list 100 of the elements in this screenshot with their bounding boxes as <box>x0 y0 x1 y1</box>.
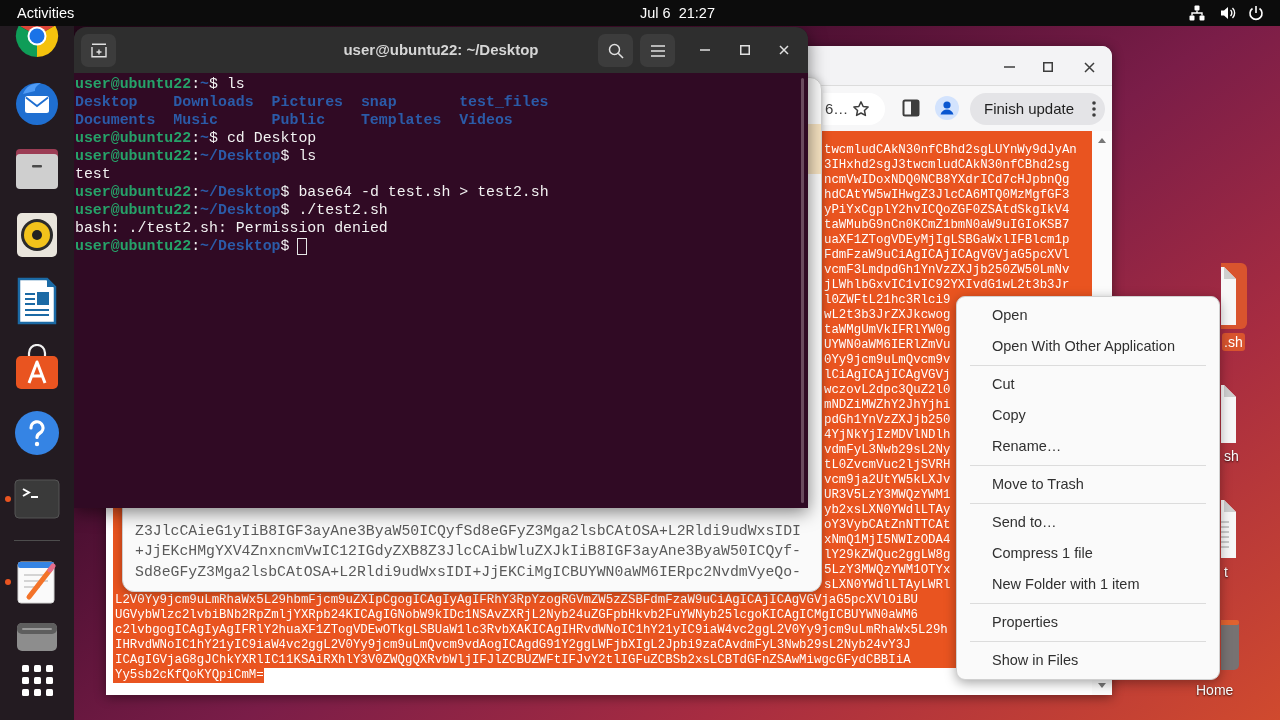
text-fragment: wczovL2dpc3QuZ2l0 <box>824 383 951 398</box>
output-line: bash: ./test2.sh: Permission denied <box>75 220 388 236</box>
text-fragment: xNmQ1MjI5NWIzODA4 <box>824 533 951 548</box>
scrollbar[interactable] <box>801 78 804 503</box>
text-line: c2lvbgogICAgIyAgIFRlY2huaXF1ZTogVDEwOTkgLSBUaW1lc3RvbXAKICAgIHRvdWNoIC1hY21yIC9iaW4vc2ggL2V0Yy9jcm9uLmRhaWx5L29h <box>115 623 948 638</box>
folder-name: Downloads <box>173 94 254 110</box>
minimize-icon <box>700 49 710 51</box>
menu-item[interactable]: Cut <box>957 369 1219 400</box>
text-fragment: mNDZiMWZhY2JhYjhi <box>824 398 951 413</box>
text-fragment: oY3VybCAtZnNTTCAt <box>824 518 951 533</box>
menu-item[interactable]: Open With Other Application <box>957 331 1219 362</box>
folder-name: Videos <box>459 112 513 128</box>
new-tab-button[interactable] <box>81 34 116 67</box>
folder-name: snap <box>360 94 397 110</box>
text-fragment: 4YjNkYjIzMDVlNDlh <box>824 428 951 443</box>
text-fragment: pdGh1YnVzZXJjb250 <box>824 413 951 428</box>
text-fragment: vcmF3LmdpdGh1YnVzZXJjb250ZW50LmNv <box>824 263 1070 278</box>
menu-item[interactable]: Copy <box>957 400 1219 431</box>
folder-name: test_files <box>459 94 549 110</box>
text-editor-icon[interactable] <box>15 559 59 605</box>
text-fragment: twcmludCAkN30nfCBhd2sgLUYnWy9dJyAn <box>824 143 1077 158</box>
vertical-dots-icon <box>1092 101 1096 117</box>
file-icon[interactable] <box>1221 263 1247 329</box>
folder-name: Pictures <box>271 94 344 110</box>
text-fragment: 5LzY3MWQzYWM1OTYx <box>824 563 951 578</box>
menu-icon <box>650 44 665 57</box>
text-fragment: jLWhlbGxvIC1vIC92YXIvdG1wL2t3b3Jr <box>824 278 1070 293</box>
text-line: IHRvdWNoIC1hY21yIC9iaW4vc2ggL2V0Yy9jcm9uLmQvcm9vdAogICAgdG91Y2ggLWFjbXIgL2Jpbi9zaCAvdmFyL3Nwb29sL2Nyb24vY3J <box>115 638 911 653</box>
scroll-down-icon[interactable] <box>1098 683 1106 688</box>
shopping-bag-icon[interactable] <box>14 344 60 390</box>
person-icon <box>935 96 959 120</box>
speaker-icon[interactable] <box>16 212 58 258</box>
menu-item[interactable]: Rename… <box>957 431 1219 462</box>
icon-label[interactable]: t <box>1222 563 1230 581</box>
drive-icon[interactable] <box>16 622 58 652</box>
text-line: UGVybWlzc2lvbiBNb2RpZmljYXRpb24KICAgIGNobW9kIDc1NSAvZXRjL2Nyb24uZGFpbHkvb2FuYWNyb25lcgoKICAgICMgICBUYWN0aWM6 <box>115 608 919 623</box>
volume-icon[interactable] <box>1220 5 1236 21</box>
text-fragment: hdCAtYW5wIHwgZ3JlcCA6MTQ0MzMgfGF3 <box>824 188 1070 203</box>
search-button[interactable] <box>598 34 633 67</box>
menu-item[interactable]: Open <box>957 300 1219 331</box>
text-fragment: FdmFzaW9uCiAgICAjICAgVGVjaG5pcXVl <box>824 248 1070 263</box>
code-line: Sd8eGFyZ3Mga2lsbCAtOSA+L2Rldi9udWxsIDI+JjEKCiMgICBUYWN0aWM6IERpc2NvdmVyeQo- <box>135 562 801 582</box>
power-icon[interactable] <box>1248 5 1264 21</box>
text-fragment: ncmVwIDoxNDQ0NCB8YXdrICd7cHJpbnQg <box>824 173 1070 188</box>
text-line: L2V0Yy9jcm9uLmRhaWx5L29hbmFjcm9uZXIpCgogICAgIyAgIFRhY3RpYzogRGVmZW5zZSBFdmFzaW9uCiAgICAjICAgVGVjaG5pcXVlOiBU <box>115 593 919 608</box>
text-fragment: lY29kZWQuc2ggLW8g <box>824 548 951 563</box>
text-fragment: yb2xsLXN0YWdlLTAy <box>824 503 951 518</box>
update-button[interactable]: Finish update <box>970 93 1105 125</box>
menu-item[interactable]: New Folder with 1 item <box>957 569 1219 600</box>
profile-button[interactable] <box>933 94 961 122</box>
help-icon[interactable] <box>14 410 60 456</box>
menu-button[interactable] <box>640 34 675 67</box>
envelope-icon[interactable] <box>14 80 60 126</box>
folder-name: Documents <box>75 112 156 128</box>
text-line: ICAgIGVjaG8gJChkYXRlIC11KSAiRXhlY3V0ZWQgQXRvbWljIFJlZCBUZWFtIFJvY2tlIGFuZCBSb2xsLCBTdGFnZSAwMiwgcGFydCBBIiA <box>115 653 911 668</box>
prompt-line: user@ubuntu22:~/Desktop$ ./test2.sh <box>75 201 388 219</box>
window-title: user@ubuntu22: ~/Desktop <box>343 40 539 60</box>
output-line: test <box>75 166 111 182</box>
folder-name: Music <box>173 112 218 128</box>
terminal-icon[interactable] <box>14 479 60 519</box>
new-tab-icon <box>90 43 107 58</box>
text-fragment: taWMgUmVkIFRlYW0g <box>824 323 951 338</box>
menu-item[interactable]: Move to Trash <box>957 469 1219 500</box>
close-icon <box>779 45 789 55</box>
network-icon[interactable] <box>1189 5 1205 21</box>
text-fragment: lCiAgICAjICAgVGVj <box>824 368 951 383</box>
maximize-icon <box>1043 62 1053 72</box>
prompt-line: user@ubuntu22:~$ cd Desktop <box>75 129 317 147</box>
menu-item[interactable]: Show in Files <box>957 645 1219 676</box>
text-fragment: l0ZWFtL21hc3Rlci9 <box>824 293 951 308</box>
scroll-up-icon[interactable] <box>1098 138 1106 143</box>
text-fragment: sLXN0YWdlLTAyLWRl <box>824 578 951 593</box>
clock-button[interactable]: Jul 6 21:27 <box>640 3 715 23</box>
address-bar[interactable]: 6… <box>823 93 885 125</box>
icon-label[interactable]: sh <box>1222 447 1241 465</box>
close-icon <box>1083 61 1095 73</box>
menu-item[interactable]: Send to… <box>957 507 1219 538</box>
app-grid-icon[interactable] <box>21 664 53 696</box>
prompt-line: user@ubuntu22:~/Desktop$ base64 -d test.sh > test2.sh <box>75 183 549 201</box>
text-fragment: vcm9ja2UtYW5kLXJv <box>824 473 951 488</box>
menu-item[interactable]: Compress 1 file <box>957 538 1219 569</box>
prompt-line: user@ubuntu22:~$ ls <box>75 75 245 93</box>
text-file-icon[interactable] <box>1221 500 1236 558</box>
icon-label[interactable]: Home <box>1194 681 1236 699</box>
text-fragment: uaXF1ZTogVDEyMjIgLSBGaWxlIFBlcm1p <box>824 233 1070 248</box>
folder-icon[interactable] <box>14 148 60 190</box>
prompt-line: user@ubuntu22:~/Desktop$ ls <box>75 147 317 165</box>
menu-item[interactable]: Properties <box>957 607 1219 638</box>
text-fragment: UR3V5LzY3MWQzYWM1 <box>824 488 951 503</box>
star-icon <box>852 100 870 118</box>
search-icon <box>607 42 624 59</box>
document-icon[interactable] <box>17 277 57 325</box>
activities-button[interactable]: Activities <box>17 3 75 23</box>
code-line: Z3JlcCAieG1yIiB8IGF3ayAne3ByaW50ICQyfSd8eGFyZ3Mga2lsbCAtOSA+L2Rldi9udWxsIDI <box>135 521 801 541</box>
text-fragment: 3IHxhd2sgJ3twcmludCAkN30nfCBhd2sg <box>824 158 1070 173</box>
side-panel-icon <box>902 99 920 117</box>
folder-name: Public <box>271 112 326 128</box>
prompt-line: user@ubuntu22:~/Desktop$ <box>75 237 290 255</box>
file-icon[interactable] <box>1221 385 1236 443</box>
icon-label[interactable]: .sh <box>1222 333 1245 351</box>
